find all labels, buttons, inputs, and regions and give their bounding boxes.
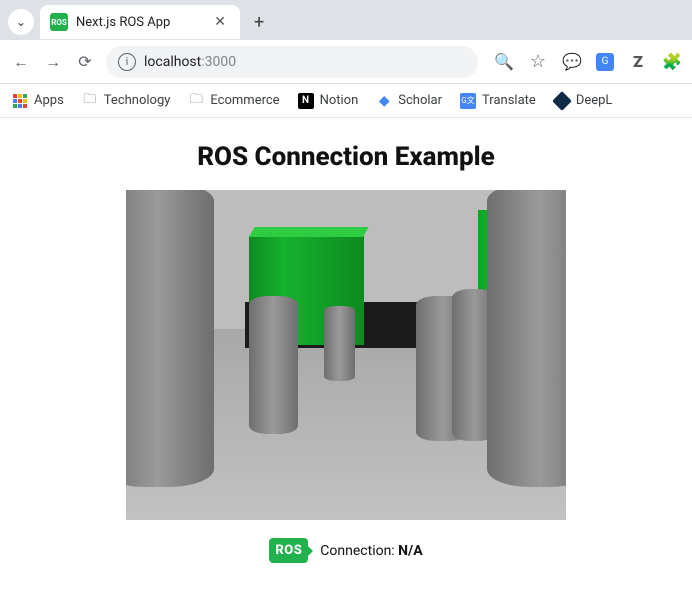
tabs-menu-button[interactable]: ⌄ (8, 9, 34, 35)
bookmark-label: Translate (482, 93, 536, 108)
page-title: ROS Connection Example (0, 142, 692, 172)
zoom-icon[interactable]: 🔍 (494, 52, 514, 71)
tab-title: Next.js ROS App (76, 15, 202, 30)
new-tab-button[interactable]: + (246, 12, 272, 33)
page-content: ROS Connection Example ROS Connection: N… (0, 118, 692, 575)
browser-toolbar: ← → ⟳ i localhost:3000 🔍 ☆ 💬 G Z 🧩 (0, 40, 692, 84)
tab-strip: ⌄ ROS Next.js ROS App ✕ + (0, 0, 692, 40)
deepl-icon (554, 93, 570, 109)
notion-icon: N (298, 93, 314, 109)
scholar-icon: ◆ (376, 93, 392, 109)
bookmark-label: Ecommerce (210, 93, 279, 108)
site-info-icon[interactable]: i (118, 53, 136, 71)
bookmark-label: DeepL (576, 93, 613, 108)
scene-cylinder (487, 190, 566, 487)
connection-status-row: ROS Connection: N/A (0, 538, 692, 563)
folder-icon: 🗀 (82, 93, 98, 109)
address-port: :3000 (201, 54, 236, 70)
bookmark-deepl[interactable]: DeepL (554, 93, 613, 109)
folder-icon: 🗀 (188, 93, 204, 109)
bookmark-technology[interactable]: 🗀 Technology (82, 93, 171, 109)
extensions-puzzle-icon[interactable]: 🧩 (662, 52, 682, 71)
extension-chat-icon[interactable]: 💬 (562, 52, 582, 71)
address-host: localhost (144, 54, 201, 70)
browser-tab[interactable]: ROS Next.js ROS App ✕ (40, 5, 240, 39)
tab-close-button[interactable]: ✕ (210, 14, 230, 30)
bookmark-scholar[interactable]: ◆ Scholar (376, 93, 442, 109)
bookmark-label: Technology (104, 93, 171, 108)
apps-grid-icon (12, 93, 28, 109)
forward-button[interactable]: → (42, 51, 64, 73)
scene-cylinder (126, 190, 214, 487)
connection-status-label: Connection: (320, 543, 398, 559)
ros-3d-viewport[interactable] (126, 190, 566, 520)
bookmark-label: Notion (320, 93, 359, 108)
bookmark-label: Scholar (398, 93, 442, 108)
connection-status-value: N/A (398, 543, 422, 559)
reload-button[interactable]: ⟳ (74, 51, 96, 73)
bookmark-ecommerce[interactable]: 🗀 Ecommerce (188, 93, 279, 109)
bookmark-star-icon[interactable]: ☆ (528, 51, 548, 72)
bookmark-label: Apps (34, 93, 64, 108)
bookmarks-bar: Apps 🗀 Technology 🗀 Ecommerce N Notion ◆… (0, 84, 692, 118)
bookmark-apps[interactable]: Apps (12, 93, 64, 109)
bookmark-notion[interactable]: N Notion (298, 93, 359, 109)
extension-z-icon[interactable]: Z (628, 52, 648, 71)
translate-icon: G文 (460, 93, 476, 109)
back-button[interactable]: ← (10, 51, 32, 73)
bookmark-translate[interactable]: G文 Translate (460, 93, 536, 109)
tab-favicon-icon: ROS (50, 13, 68, 31)
scene-cylinder (324, 306, 355, 382)
extension-translate-icon[interactable]: G (596, 53, 614, 71)
address-bar[interactable]: i localhost:3000 (106, 46, 478, 78)
ros-logo-icon: ROS (269, 538, 308, 563)
scene-cylinder (249, 296, 297, 435)
